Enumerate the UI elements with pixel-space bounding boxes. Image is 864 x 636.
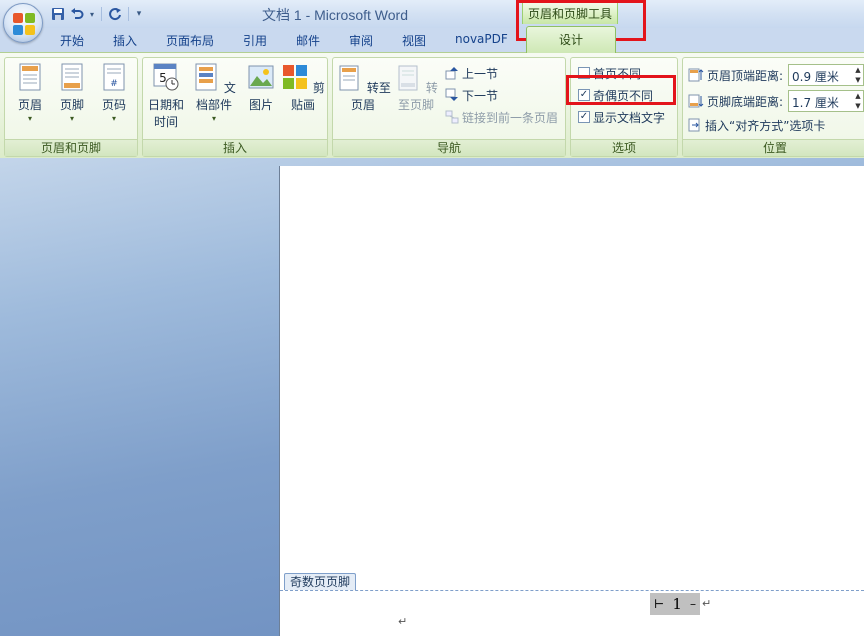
link-to-previous-button[interactable]: 链接到前一条页眉 bbox=[445, 108, 558, 126]
footer-button[interactable]: 页脚 ▾ bbox=[52, 62, 92, 124]
header-from-top-value: 0.9 厘米 bbox=[792, 70, 839, 84]
group-label-insert: 插入 bbox=[143, 139, 327, 156]
header-button[interactable]: 页眉 ▾ bbox=[10, 62, 50, 124]
field-bracket-left: ⊢ bbox=[654, 597, 665, 611]
group-position: 页眉顶端距离: 0.9 厘米 ▲ ▼ 页脚底端距离: 1.7 厘米 ▲ ▼ 插入“对… bbox=[682, 57, 864, 157]
footer-from-bottom-spinner[interactable]: 1.7 厘米 ▲ ▼ bbox=[788, 90, 864, 112]
dropdown-arrow-icon: ▾ bbox=[111, 114, 116, 123]
go-to-footer-icon bbox=[398, 65, 418, 91]
dropdown-arrow-icon: ▾ bbox=[211, 114, 216, 123]
quick-parts-icon bbox=[195, 63, 217, 91]
tab-design[interactable]: 设计 bbox=[526, 26, 616, 53]
previous-section-icon bbox=[445, 67, 458, 80]
insert-alignment-tab-button[interactable]: 插入“对齐方式”选项卡 bbox=[688, 116, 825, 134]
quick-access-toolbar: ▾ ▾ bbox=[50, 5, 144, 23]
tab-review[interactable]: 审阅 bbox=[349, 32, 373, 49]
dropdown-arrow-icon: ▾ bbox=[27, 114, 32, 123]
footer-boundary-line bbox=[280, 590, 864, 591]
header-position-icon bbox=[688, 68, 704, 82]
group-label-navigation: 导航 bbox=[333, 139, 565, 156]
footer-from-bottom-label: 页脚底端距离: bbox=[707, 94, 784, 109]
odd-page-footer-tag: 奇数页页脚 bbox=[284, 573, 357, 590]
office-button[interactable] bbox=[3, 3, 43, 43]
next-section-label: 下一节 bbox=[462, 88, 499, 103]
go-to-header-button[interactable]: 转至页眉 bbox=[335, 62, 391, 114]
link-to-previous-icon bbox=[445, 110, 459, 124]
footer-from-bottom-value: 1.7 厘米 bbox=[792, 96, 839, 110]
tab-home[interactable]: 开始 bbox=[60, 32, 84, 49]
customize-qat-icon[interactable]: ▾ bbox=[134, 6, 144, 22]
header-from-top-spinner[interactable]: 0.9 厘米 ▲ ▼ bbox=[788, 64, 864, 86]
tab-references[interactable]: 引用 bbox=[243, 32, 267, 49]
group-header-footer: 页眉 ▾ 页脚 ▾ # 页码 ▾ 页眉和页脚 bbox=[4, 57, 138, 157]
go-to-header-icon bbox=[339, 65, 359, 91]
qat-separator bbox=[101, 7, 102, 21]
go-to-footer-button[interactable]: 转至页脚 bbox=[390, 62, 442, 114]
next-section-icon bbox=[445, 88, 458, 101]
paragraph-mark: ↵ bbox=[398, 615, 408, 628]
checkmark-icon: ✓ bbox=[578, 111, 590, 123]
office-logo-icon bbox=[13, 13, 35, 35]
picture-label: 图片 bbox=[248, 98, 273, 112]
redo-icon[interactable] bbox=[107, 6, 123, 22]
paragraph-mark: ↵ bbox=[702, 597, 712, 610]
window-title: 文档 1 - Microsoft Word bbox=[262, 7, 408, 23]
show-document-text-label: 显示文档文字 bbox=[593, 110, 666, 125]
date-time-label-line2: 时间 bbox=[153, 115, 178, 129]
field-bracket-right: – bbox=[689, 597, 696, 611]
footer-position-icon bbox=[688, 94, 704, 108]
previous-section-label: 上一节 bbox=[462, 66, 499, 81]
tab-view[interactable]: 视图 bbox=[402, 32, 426, 49]
title-bar: ▾ ▾ 文档 1 - Microsoft Word 页眉和页脚工具 bbox=[0, 0, 864, 28]
page-number-field[interactable]: ⊢ 1 – bbox=[650, 593, 700, 615]
header-from-top-label-row: 页眉顶端距离: bbox=[688, 66, 783, 84]
page-number-icon: # bbox=[103, 63, 125, 91]
quick-parts-button[interactable]: 文档部件 ▾ bbox=[189, 62, 239, 124]
page-number-button[interactable]: # 页码 ▾ bbox=[94, 62, 134, 124]
undo-icon[interactable] bbox=[69, 6, 85, 22]
group-insert: 5 日期和 时间 文档部件 ▾ 图片 剪贴画 插入 bbox=[142, 57, 328, 157]
document-page[interactable] bbox=[279, 166, 864, 636]
spinner-arrows-icon[interactable]: ▲ ▼ bbox=[853, 91, 863, 111]
dropdown-arrow-icon: ▾ bbox=[69, 114, 74, 123]
page-number-label: 页码 bbox=[101, 98, 126, 112]
svg-text:#: # bbox=[110, 79, 118, 89]
calendar-clock-icon: 5 bbox=[153, 63, 179, 91]
date-time-button[interactable]: 5 日期和 时间 bbox=[145, 62, 187, 131]
highlight-box-odd-even-option bbox=[566, 75, 676, 105]
ribbon-tabs: 开始 插入 页面布局 引用 邮件 审阅 视图 novaPDF bbox=[0, 28, 864, 52]
ribbon: 页眉 ▾ 页脚 ▾ # 页码 ▾ 页眉和页脚 5 日期和 时间 文档部件 ▾ 图… bbox=[0, 52, 864, 158]
page-number-value: 1 bbox=[672, 595, 682, 613]
alignment-tab-icon bbox=[688, 118, 700, 132]
group-navigation: 转至页眉 转至页脚 上一节 下一节 链接到前一条页眉 导航 bbox=[332, 57, 566, 157]
undo-dropdown-icon[interactable]: ▾ bbox=[88, 6, 96, 22]
tab-novapdf[interactable]: novaPDF bbox=[455, 32, 508, 46]
group-options: 首页不同 ✓ 奇偶页不同 ✓ 显示文档文字 选项 bbox=[570, 57, 678, 157]
picture-button[interactable]: 图片 bbox=[241, 62, 281, 114]
tab-page-layout[interactable]: 页面布局 bbox=[166, 32, 214, 49]
tab-mailings[interactable]: 邮件 bbox=[296, 32, 320, 49]
insert-alignment-tab-label: 插入“对齐方式”选项卡 bbox=[705, 118, 826, 133]
footer-label: 页脚 bbox=[59, 98, 84, 112]
header-label: 页眉 bbox=[17, 98, 42, 112]
picture-icon bbox=[248, 65, 274, 89]
group-label-options: 选项 bbox=[571, 139, 677, 156]
spinner-arrows-icon[interactable]: ▲ ▼ bbox=[853, 65, 863, 85]
save-icon[interactable] bbox=[50, 6, 66, 22]
link-to-previous-label: 链接到前一条页眉 bbox=[462, 110, 559, 125]
footer-from-bottom-label-row: 页脚底端距离: bbox=[688, 92, 783, 110]
show-document-text-checkbox[interactable]: ✓ 显示文档文字 bbox=[578, 108, 665, 126]
clip-art-button[interactable]: 剪贴画 bbox=[281, 62, 325, 114]
group-label-position: 位置 bbox=[683, 139, 864, 156]
footer-icon bbox=[61, 63, 83, 91]
next-section-button[interactable]: 下一节 bbox=[445, 86, 498, 104]
header-from-top-label: 页眉顶端距离: bbox=[707, 68, 784, 83]
tab-insert[interactable]: 插入 bbox=[113, 32, 137, 49]
qat-separator bbox=[128, 7, 129, 21]
clip-art-icon bbox=[283, 65, 308, 89]
header-icon bbox=[19, 63, 41, 91]
group-label-header-footer: 页眉和页脚 bbox=[5, 139, 137, 156]
previous-section-button[interactable]: 上一节 bbox=[445, 64, 498, 82]
date-time-label-line1: 日期和 bbox=[147, 98, 184, 112]
